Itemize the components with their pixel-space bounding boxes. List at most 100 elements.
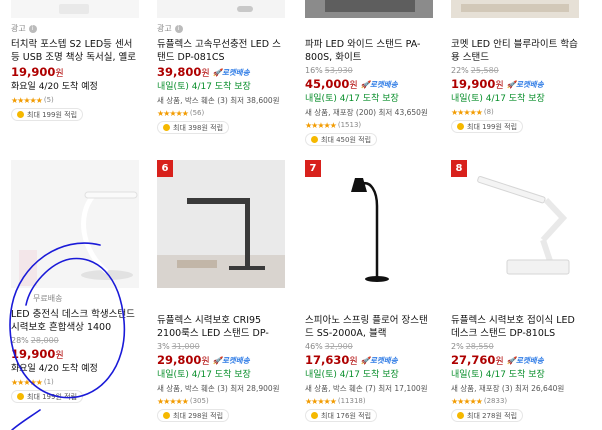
- review-count: (305): [189, 397, 209, 405]
- product-thumbnail[interactable]: [305, 0, 433, 18]
- delivery-info: 화요일 4/20 도착 예정: [11, 82, 98, 92]
- other-sellers[interactable]: 새 상품, 박스 훼손 (7) 최저 17,100원: [305, 383, 433, 394]
- cash-badge: 최대 450원 적립: [305, 133, 378, 146]
- desk-lamp-image: [19, 191, 138, 286]
- product-card[interactable]: 무료배송 LED 충전식 데스크 학생스탠드 시력보호 흔합색상 1400 28…: [11, 160, 139, 403]
- product-price: 27,760원: [451, 353, 504, 367]
- delivery-info: 내일(토) 4/17 도착 보장: [451, 94, 545, 104]
- coin-icon: [163, 412, 170, 419]
- product-card[interactable]: 파파 LED 와이드 스탠드 PA-800S, 화이트 16% 53,930 45…: [305, 0, 433, 146]
- other-sellers[interactable]: 새 상품, 재포장 (200) 최저 43,650원: [305, 107, 433, 118]
- product-grid: 광고 i 터치락 포스텝 S2 LED등 센서등 USB 조명 책상 독서실, 옐…: [0, 0, 602, 430]
- product-price: 17,630원: [305, 353, 358, 367]
- ad-label: 광고 i: [11, 23, 139, 35]
- discount-info: 3% 31,000: [157, 342, 200, 351]
- review-count: (1): [43, 378, 54, 386]
- product-thumbnail[interactable]: 6: [157, 160, 285, 288]
- other-sellers[interactable]: 새 상품, 재포장 (3) 최저 26,640원: [451, 383, 579, 394]
- star-icon: ★★★★★: [11, 95, 43, 105]
- rocket-delivery-badge: 🚀로켓배송: [360, 79, 398, 89]
- rank-badge: 6: [157, 160, 173, 177]
- product-price: 19,900원: [11, 65, 64, 79]
- product-card[interactable]: 6 듀플렉스 시력보호 CRI95 2100룩스 LED 스탠드 DP-032L…: [157, 160, 285, 422]
- discount-info: 16% 53,930: [305, 66, 353, 75]
- product-title[interactable]: 파파 LED 와이드 스탠드 PA-800S, 화이트: [305, 38, 433, 64]
- product-thumbnail[interactable]: [451, 0, 579, 18]
- star-icon: ★★★★★: [451, 396, 483, 406]
- delivery-info: 내일(토) 4/17 도착 보장: [157, 370, 251, 380]
- product-title[interactable]: 스피아노 스프링 플로어 장스탠드 SS-2000A, 블랙: [305, 314, 433, 340]
- cash-badge: 최대 199원 적립: [11, 390, 84, 403]
- star-icon: ★★★★★: [305, 396, 337, 406]
- rating: ★★★★★ (1): [11, 377, 139, 387]
- review-count: (8): [483, 108, 494, 116]
- coin-icon: [17, 111, 24, 118]
- product-title[interactable]: 코멧 LED 안티 블루라이트 학습용 스탠드: [451, 38, 579, 64]
- delivery-info: 내일(토) 4/17 도착 보장: [305, 370, 399, 380]
- rocket-delivery-badge: 🚀로켓배송: [506, 79, 544, 89]
- info-icon[interactable]: i: [28, 25, 37, 33]
- other-sellers[interactable]: 새 상품, 박스 훼손 (3) 최저 28,900원: [157, 383, 285, 394]
- product-thumbnail[interactable]: [157, 0, 285, 18]
- discount-info: 46% 32,900: [305, 342, 353, 351]
- product-thumbnail[interactable]: [11, 160, 139, 288]
- coin-icon: [457, 412, 464, 419]
- product-thumbnail[interactable]: [11, 0, 139, 18]
- star-icon: ★★★★★: [11, 377, 43, 387]
- product-title[interactable]: 듀플렉스 시력보호 CRI95 2100룩스 LED 스탠드 DP-032LS: [157, 314, 285, 340]
- cash-badge: 최대 278원 적립: [451, 409, 524, 422]
- product-thumbnail[interactable]: 7: [305, 160, 433, 288]
- rocket-delivery-badge: 🚀로켓배송: [212, 355, 250, 365]
- star-icon: ★★★★★: [451, 107, 483, 117]
- discount-info: 22% 25,580: [451, 66, 499, 75]
- product-thumbnail[interactable]: 8: [451, 160, 579, 288]
- rating: ★★★★★ (56): [157, 108, 285, 118]
- review-count: (2833): [483, 397, 508, 405]
- ad-label: 광고 i: [157, 23, 285, 35]
- product-card[interactable]: 8 듀플렉스 시력보호 접이식 LED 데스크 스탠드 DP-810LS 2% 2…: [451, 160, 579, 422]
- rating: ★★★★★ (5): [11, 95, 139, 105]
- floor-lamp-image: [351, 178, 389, 282]
- discount-info: 2% 28,550: [451, 342, 494, 351]
- coin-icon: [311, 136, 318, 143]
- free-shipping-label: 무료배송: [33, 294, 63, 303]
- product-card[interactable]: 코멧 LED 안티 블루라이트 학습용 스탠드 22% 25,580 19,900…: [451, 0, 579, 133]
- cash-badge: 최대 199원 적립: [11, 108, 84, 121]
- rocket-delivery-badge: 🚀로켓배송: [360, 355, 398, 365]
- rating: ★★★★★ (305): [157, 396, 285, 406]
- rank-badge: 8: [451, 160, 467, 177]
- coin-icon: [163, 124, 170, 131]
- product-card[interactable]: 광고 i 터치락 포스텝 S2 LED등 센서등 USB 조명 책상 독서실, 옐…: [11, 0, 139, 121]
- product-card[interactable]: 7 스피아노 스프링 플로어 장스탠드 SS-2000A, 블랙 46% 32,9…: [305, 160, 433, 422]
- review-count: (1513): [337, 121, 362, 129]
- rocket-delivery-badge: 🚀로켓배송: [506, 355, 544, 365]
- product-price: 19,900원: [451, 77, 504, 91]
- rocket-delivery-badge: 🚀로켓배송: [212, 67, 250, 77]
- product-title[interactable]: LED 충전식 데스크 학생스탠드 시력보호 흔합색상 1400: [11, 308, 139, 334]
- product-title[interactable]: 듀플렉스 고속무선충전 LED 스탠드 DP-081CS: [157, 38, 285, 64]
- coin-icon: [311, 412, 318, 419]
- delivery-info: 내일(토) 4/17 도착 보장: [157, 82, 251, 92]
- star-icon: ★★★★★: [305, 120, 337, 130]
- product-title[interactable]: 터치락 포스텝 S2 LED등 센서등 USB 조명 책상 독서실, 옐로우: [11, 38, 139, 64]
- product-price: 39,800원: [157, 65, 210, 79]
- rating: ★★★★★ (2833): [451, 396, 579, 406]
- discount-info: 28% 28,000: [11, 336, 59, 345]
- product-title[interactable]: 듀플렉스 시력보호 접이식 LED 데스크 스탠드 DP-810LS: [451, 314, 579, 340]
- delivery-info: 내일(토) 4/17 도착 보장: [305, 94, 399, 104]
- product-price: 29,800원: [157, 353, 210, 367]
- cash-badge: 최대 199원 적립: [451, 120, 524, 133]
- other-sellers[interactable]: 새 상품, 박스 훼손 (3) 최저 38,600원: [157, 95, 285, 106]
- folding-lamp-image: [477, 176, 570, 275]
- rating: ★★★★★ (1513): [305, 120, 433, 130]
- info-icon[interactable]: i: [174, 25, 183, 33]
- cash-badge: 최대 298원 적립: [157, 409, 230, 422]
- cash-badge: 최대 398원 적립: [157, 121, 230, 134]
- rating: ★★★★★ (8): [451, 107, 579, 117]
- review-count: (11318): [337, 397, 366, 405]
- star-icon: ★★★★★: [157, 108, 189, 118]
- rating: ★★★★★ (11318): [305, 396, 433, 406]
- cash-badge: 최대 176원 적립: [305, 409, 378, 422]
- product-card[interactable]: 광고 i 듀플렉스 고속무선충전 LED 스탠드 DP-081CS 39,800원…: [157, 0, 285, 134]
- coin-icon: [17, 393, 24, 400]
